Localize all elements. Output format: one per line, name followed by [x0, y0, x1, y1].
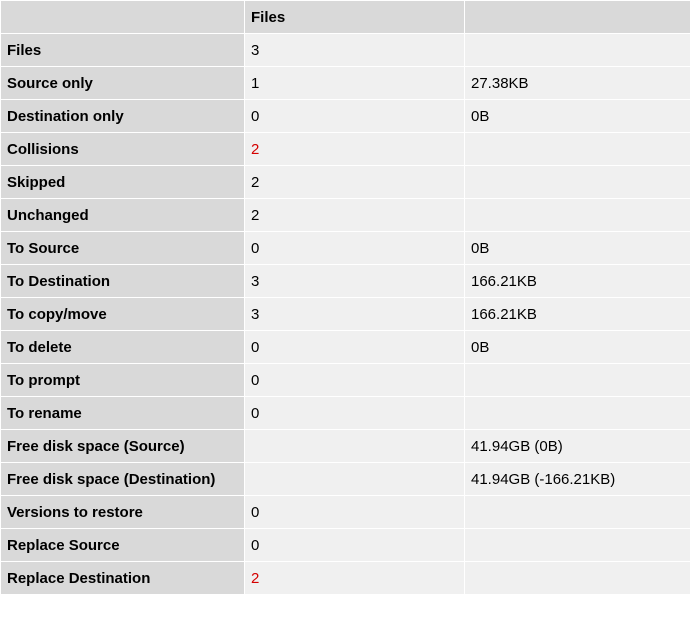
- value-files-size: [465, 34, 690, 67]
- value-replace-source-files: 0: [245, 529, 465, 562]
- header-row: Files: [1, 1, 690, 34]
- value-free-disk-source-size: 41.94GB (0B): [465, 430, 690, 463]
- value-collisions-files: 2: [245, 133, 465, 166]
- value-destination-only-files: 0: [245, 100, 465, 133]
- label-to-copy-move: To copy/move: [1, 298, 245, 331]
- label-collisions: Collisions: [1, 133, 245, 166]
- value-skipped-size: [465, 166, 690, 199]
- header-size: [465, 1, 690, 34]
- label-free-disk-destination: Free disk space (Destination): [1, 463, 245, 496]
- value-versions-to-restore-size: [465, 496, 690, 529]
- label-replace-source: Replace Source: [1, 529, 245, 562]
- value-unchanged-size: [465, 199, 690, 232]
- row-free-disk-source: Free disk space (Source) 41.94GB (0B): [1, 430, 690, 463]
- label-to-prompt: To prompt: [1, 364, 245, 397]
- label-destination-only: Destination only: [1, 100, 245, 133]
- row-files: Files 3: [1, 34, 690, 67]
- value-replace-destination-size: [465, 562, 690, 595]
- value-to-destination-size: 166.21KB: [465, 265, 690, 298]
- value-to-copy-move-files: 3: [245, 298, 465, 331]
- row-to-delete: To delete 0 0B: [1, 331, 690, 364]
- value-unchanged-files: 2: [245, 199, 465, 232]
- value-collisions-size: [465, 133, 690, 166]
- label-unchanged: Unchanged: [1, 199, 245, 232]
- row-to-copy-move: To copy/move 3 166.21KB: [1, 298, 690, 331]
- value-to-rename-size: [465, 397, 690, 430]
- header-files: Files: [245, 1, 465, 34]
- value-to-prompt-files: 0: [245, 364, 465, 397]
- label-versions-to-restore: Versions to restore: [1, 496, 245, 529]
- value-to-delete-size: 0B: [465, 331, 690, 364]
- row-to-source: To Source 0 0B: [1, 232, 690, 265]
- value-free-disk-destination-files: [245, 463, 465, 496]
- label-files: Files: [1, 34, 245, 67]
- value-to-rename-files: 0: [245, 397, 465, 430]
- label-to-delete: To delete: [1, 331, 245, 364]
- value-replace-destination-files: 2: [245, 562, 465, 595]
- row-destination-only: Destination only 0 0B: [1, 100, 690, 133]
- value-free-disk-source-files: [245, 430, 465, 463]
- label-to-rename: To rename: [1, 397, 245, 430]
- row-to-prompt: To prompt 0: [1, 364, 690, 397]
- value-to-source-files: 0: [245, 232, 465, 265]
- row-to-rename: To rename 0: [1, 397, 690, 430]
- label-skipped: Skipped: [1, 166, 245, 199]
- value-files-files: 3: [245, 34, 465, 67]
- row-unchanged: Unchanged 2: [1, 199, 690, 232]
- value-free-disk-destination-size: 41.94GB (-166.21KB): [465, 463, 690, 496]
- row-free-disk-destination: Free disk space (Destination) 41.94GB (-…: [1, 463, 690, 496]
- label-to-destination: To Destination: [1, 265, 245, 298]
- header-blank: [1, 1, 245, 34]
- value-to-source-size: 0B: [465, 232, 690, 265]
- value-skipped-files: 2: [245, 166, 465, 199]
- sync-summary-table: Files Files 3 Source only 1 27.38KB Dest…: [0, 0, 690, 595]
- value-destination-only-size: 0B: [465, 100, 690, 133]
- label-to-source: To Source: [1, 232, 245, 265]
- row-skipped: Skipped 2: [1, 166, 690, 199]
- row-to-destination: To Destination 3 166.21KB: [1, 265, 690, 298]
- value-to-copy-move-size: 166.21KB: [465, 298, 690, 331]
- value-source-only-size: 27.38KB: [465, 67, 690, 100]
- value-versions-to-restore-files: 0: [245, 496, 465, 529]
- value-to-prompt-size: [465, 364, 690, 397]
- value-source-only-files: 1: [245, 67, 465, 100]
- label-source-only: Source only: [1, 67, 245, 100]
- row-source-only: Source only 1 27.38KB: [1, 67, 690, 100]
- label-replace-destination: Replace Destination: [1, 562, 245, 595]
- value-to-destination-files: 3: [245, 265, 465, 298]
- value-to-delete-files: 0: [245, 331, 465, 364]
- row-versions-to-restore: Versions to restore 0: [1, 496, 690, 529]
- row-replace-destination: Replace Destination 2: [1, 562, 690, 595]
- label-free-disk-source: Free disk space (Source): [1, 430, 245, 463]
- row-replace-source: Replace Source 0: [1, 529, 690, 562]
- value-replace-source-size: [465, 529, 690, 562]
- row-collisions: Collisions 2: [1, 133, 690, 166]
